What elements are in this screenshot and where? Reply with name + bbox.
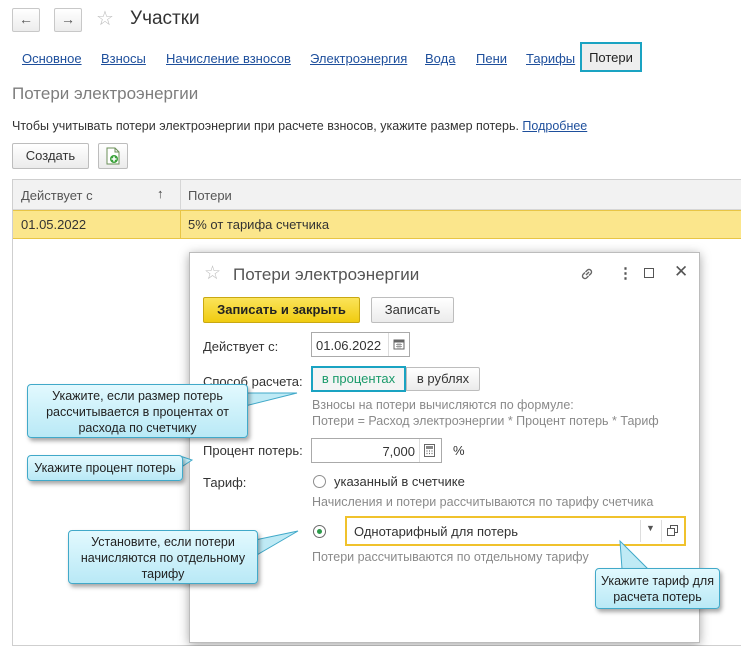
callout-select-tariff: Укажите тариф для расчета потерь (595, 568, 720, 609)
arrow-percent-method (244, 392, 298, 407)
arrow-select-tariff (619, 539, 650, 570)
callout-separate-tariff: Установите, если потери начисляются по о… (68, 530, 258, 584)
callout-percent-method: Укажите, если размер потерь рассчитывает… (27, 384, 248, 438)
callout-percent-value: Укажите процент потерь (27, 455, 183, 481)
arrow-separate-tariff (254, 530, 299, 557)
